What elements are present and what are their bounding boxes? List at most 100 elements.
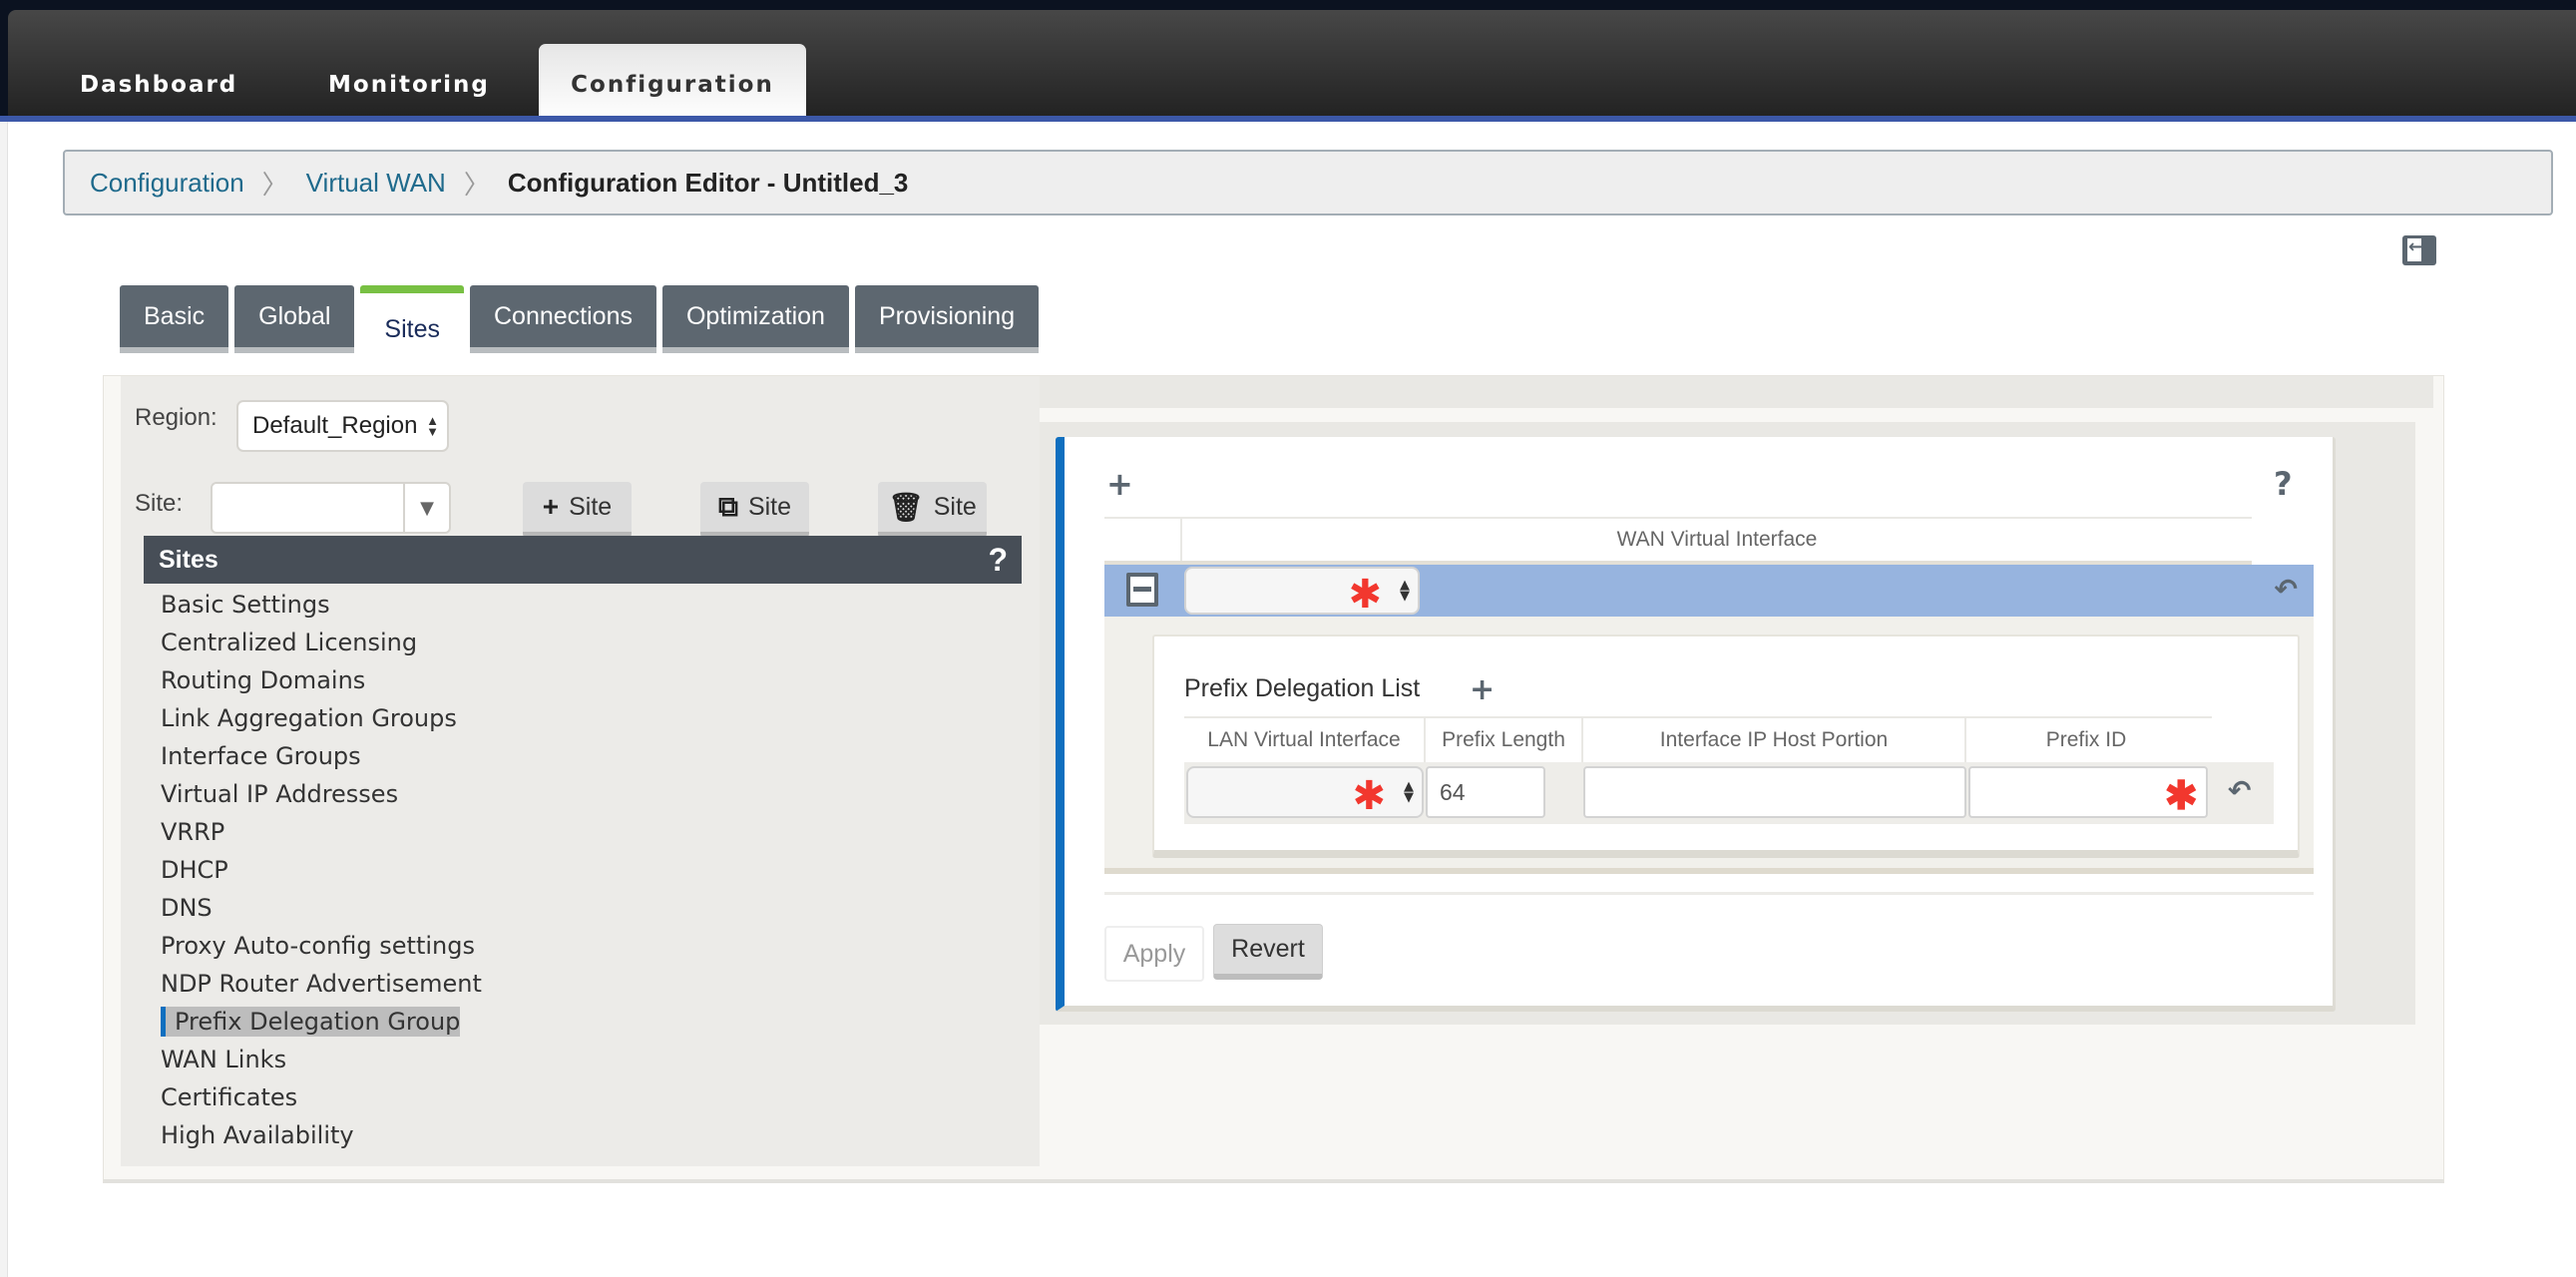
- prefix-delegation-editor: + ? WAN Virtual Interface ✱ ▲ ▼ ↶ Prefix …: [1056, 437, 2336, 1012]
- site-item-routing-domains[interactable]: Routing Domains: [161, 661, 482, 699]
- site-item-basic-settings[interactable]: Basic Settings: [161, 586, 482, 624]
- top-navigation-bar: Dashboard Monitoring Configuration: [0, 0, 2576, 122]
- site-item-ndp-router-advertisement[interactable]: NDP Router Advertisement: [161, 965, 482, 1003]
- column-header-interface-ip-host-portion: Interface IP Host Portion: [1583, 718, 1966, 762]
- copy-icon: ⧉: [717, 490, 738, 522]
- list-item-label: High Availability: [161, 1121, 354, 1149]
- collapse-panel-icon[interactable]: ←: [2402, 235, 2436, 265]
- list-item-label: VRRP: [161, 818, 225, 846]
- revert-button[interactable]: Revert: [1213, 924, 1323, 980]
- nav-tab-monitoring[interactable]: Monitoring: [302, 44, 516, 122]
- wan-table-row: ✱ ▲ ▼ ↶: [1104, 565, 2314, 617]
- list-item-label: Link Aggregation Groups: [161, 704, 457, 732]
- column-header-prefix-id: Prefix ID: [2045, 728, 2127, 751]
- site-item-centralized-licensing[interactable]: Centralized Licensing: [161, 624, 482, 661]
- add-site-button[interactable]: + Site: [523, 482, 632, 538]
- prefix-table-header: LAN Virtual Interface Prefix Length Inte…: [1184, 716, 2212, 762]
- prefix-length-input[interactable]: 64: [1426, 766, 1545, 818]
- site-item-link-aggregation-groups[interactable]: Link Aggregation Groups: [161, 699, 482, 737]
- interface-ip-host-portion-input[interactable]: [1583, 766, 1966, 818]
- site-item-prefix-delegation-group[interactable]: Prefix Delegation Group: [161, 1003, 482, 1041]
- wan-table-header: WAN Virtual Interface: [1104, 517, 2252, 565]
- list-item-label: Prefix Delegation Group: [161, 1007, 461, 1037]
- apply-button[interactable]: Apply: [1104, 926, 1204, 982]
- caret-down-icon[interactable]: ▼: [403, 484, 449, 532]
- site-label: Site:: [135, 490, 184, 517]
- wan-virtual-interface-select[interactable]: ✱ ▲ ▼: [1184, 567, 1420, 615]
- help-icon[interactable]: ?: [2274, 465, 2293, 503]
- site-item-high-availability[interactable]: High Availability: [161, 1116, 482, 1154]
- site-combobox[interactable]: ▼: [211, 482, 451, 534]
- breadcrumb-configuration[interactable]: Configuration: [90, 168, 244, 199]
- list-item-label: Virtual IP Addresses: [161, 780, 399, 808]
- list-item-label: Certificates: [161, 1083, 298, 1111]
- chevron-right-icon: 〉: [261, 169, 288, 200]
- column-header-lan-virtual-interface: LAN Virtual Interface: [1184, 718, 1426, 762]
- list-item-label: WAN Links: [161, 1046, 287, 1073]
- site-item-virtual-ip-addresses[interactable]: Virtual IP Addresses: [161, 775, 482, 813]
- revert-row-undo-icon[interactable]: ↶: [2275, 573, 2298, 606]
- prefix-delegation-list-title: Prefix Delegation List: [1184, 674, 1421, 702]
- required-asterisk-icon: ✱: [1352, 773, 1386, 819]
- tab-sites[interactable]: Sites: [360, 285, 464, 357]
- site-item-vrrp[interactable]: VRRP: [161, 813, 482, 851]
- tab-global[interactable]: Global: [234, 285, 355, 353]
- revert-prefix-row-undo-icon[interactable]: ↶: [2228, 774, 2251, 807]
- site-item-proxy-auto-config[interactable]: Proxy Auto-config settings: [161, 927, 482, 965]
- config-tabs: Basic Global Sites Connections Optimizat…: [120, 285, 1040, 357]
- breadcrumb: Configuration 〉 Virtual WAN 〉 Configurat…: [63, 150, 2553, 215]
- trash-icon: 🗑: [888, 491, 924, 523]
- add-wan-interface-plus-icon[interactable]: +: [1106, 465, 1133, 503]
- site-item-certificates[interactable]: Certificates: [161, 1078, 482, 1116]
- nav-tab-dashboard[interactable]: Dashboard: [54, 44, 263, 122]
- site-item-wan-links[interactable]: WAN Links: [161, 1041, 482, 1078]
- list-item-label: DNS: [161, 894, 213, 922]
- list-item-label: Basic Settings: [161, 591, 330, 619]
- tab-provisioning[interactable]: Provisioning: [854, 285, 1040, 353]
- updown-arrows-icon: ▲ ▼: [1400, 578, 1410, 604]
- collapse-row-minus-icon[interactable]: [1126, 573, 1158, 607]
- region-label: Region:: [135, 404, 217, 431]
- breadcrumb-current-page: Configuration Editor - Untitled_3: [507, 167, 909, 198]
- site-item-interface-groups[interactable]: Interface Groups: [161, 737, 482, 775]
- updown-arrows-icon: ▲ ▼: [1404, 779, 1414, 805]
- editor-top-strip: [1040, 376, 2433, 408]
- site-item-dns[interactable]: DNS: [161, 889, 482, 927]
- list-item-label: DHCP: [161, 856, 228, 884]
- prefix-id-input[interactable]: ✱: [1968, 766, 2208, 818]
- sites-section-header: Sites ?: [144, 536, 1022, 584]
- required-asterisk-icon: ✱: [1348, 572, 1382, 618]
- list-item-label: Proxy Auto-config settings: [161, 932, 475, 960]
- form-divider: [1104, 892, 2314, 895]
- wan-header-spacer: [1104, 519, 1182, 561]
- required-asterisk-icon: ✱: [2164, 774, 2198, 818]
- delete-site-button[interactable]: 🗑 Site: [878, 482, 987, 538]
- prefix-delegation-list: Prefix Delegation List + LAN Virtual Int…: [1152, 635, 2300, 858]
- add-site-label: Site: [569, 492, 613, 521]
- updown-arrows-icon: ▲ ▼: [426, 413, 439, 439]
- breadcrumb-virtual-wan[interactable]: Virtual WAN: [306, 168, 446, 199]
- tab-basic[interactable]: Basic: [120, 285, 229, 353]
- chevron-right-icon: 〉: [463, 169, 490, 200]
- region-select-value: Default_Region: [252, 412, 418, 439]
- site-settings-list: Basic Settings Centralized Licensing Rou…: [161, 586, 482, 1154]
- site-item-dhcp[interactable]: DHCP: [161, 851, 482, 889]
- prefix-table-row: ✱ ▲ ▼ 64 ✱ ↶: [1184, 762, 2274, 824]
- wan-virtual-interface-header: WAN Virtual Interface: [1616, 528, 1818, 551]
- lan-virtual-interface-select[interactable]: ✱ ▲ ▼: [1186, 766, 1424, 818]
- tab-optimization[interactable]: Optimization: [661, 285, 849, 353]
- sites-header-title: Sites: [159, 545, 218, 574]
- clone-site-button[interactable]: ⧉ Site: [700, 482, 809, 538]
- nav-tab-configuration[interactable]: Configuration: [539, 44, 806, 122]
- list-item-label: Centralized Licensing: [161, 629, 418, 656]
- region-select[interactable]: Default_Region ▲ ▼: [236, 400, 449, 452]
- sites-panel: Region: Default_Region ▲ ▼ Site: ▼ + Site…: [121, 376, 1040, 1166]
- add-prefix-plus-icon[interactable]: +: [1470, 672, 1495, 707]
- help-icon[interactable]: ?: [988, 542, 1008, 579]
- delete-site-label: Site: [933, 492, 977, 521]
- left-edge-strip: [0, 122, 8, 1277]
- tab-connections[interactable]: Connections: [470, 285, 656, 353]
- nav-accent-line: [0, 116, 2576, 122]
- list-item-label: Routing Domains: [161, 666, 366, 694]
- list-item-label: NDP Router Advertisement: [161, 970, 482, 998]
